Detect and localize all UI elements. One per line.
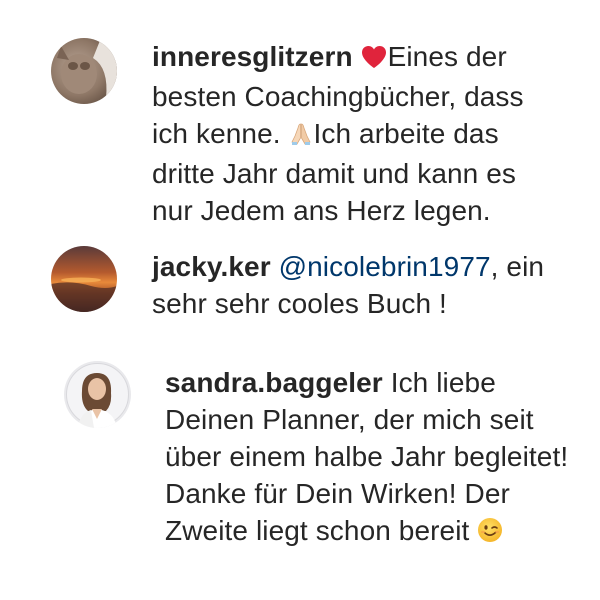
comment-line: nur Jedem ans Herz legen. xyxy=(152,195,491,226)
username[interactable]: jacky.ker xyxy=(152,251,271,282)
comment-line: Ich arbeite das xyxy=(313,118,499,149)
comment-line: ich kenne. xyxy=(152,118,289,149)
comment-text: inneresglitzern Eines der besten Coachin… xyxy=(152,38,572,229)
comment-line: über einem halbe Jahr begleitet! xyxy=(165,441,569,472)
comment-line: sehr sehr cooles Buch ! xyxy=(152,288,447,319)
comment-line: , ein xyxy=(490,251,545,282)
avatar[interactable] xyxy=(51,38,117,104)
avatar[interactable] xyxy=(64,361,131,428)
folded-hands-icon xyxy=(289,118,313,155)
sunset-photo-avatar xyxy=(51,246,117,312)
cat-photo-avatar xyxy=(51,38,117,104)
username[interactable]: inneresglitzern xyxy=(152,41,353,72)
woman-portrait-avatar xyxy=(64,361,131,428)
avatar[interactable] xyxy=(51,246,117,312)
comment-line: dritte Jahr damit und kann es xyxy=(152,158,516,189)
winking-face-icon xyxy=(477,515,503,552)
comment-line: Deinen Planner, der mich seit xyxy=(165,404,534,435)
comment-line: Ich liebe xyxy=(382,367,496,398)
comment-text: sandra.baggeler Ich liebe Deinen Planner… xyxy=(165,364,595,552)
mention-link[interactable]: @nicolebrin1977 xyxy=(279,251,491,282)
comment-line: Zweite liegt schon bereit xyxy=(165,515,478,546)
comment-text: jacky.ker @nicolebrin1977, ein sehr sehr… xyxy=(152,248,582,322)
comment-line: besten Coachingbücher, dass xyxy=(152,81,524,112)
comment-line: Eines der xyxy=(387,41,507,72)
username[interactable]: sandra.baggeler xyxy=(165,367,383,398)
comment-line: Danke für Dein Wirken! Der xyxy=(165,478,510,509)
red-heart-icon xyxy=(361,41,387,78)
